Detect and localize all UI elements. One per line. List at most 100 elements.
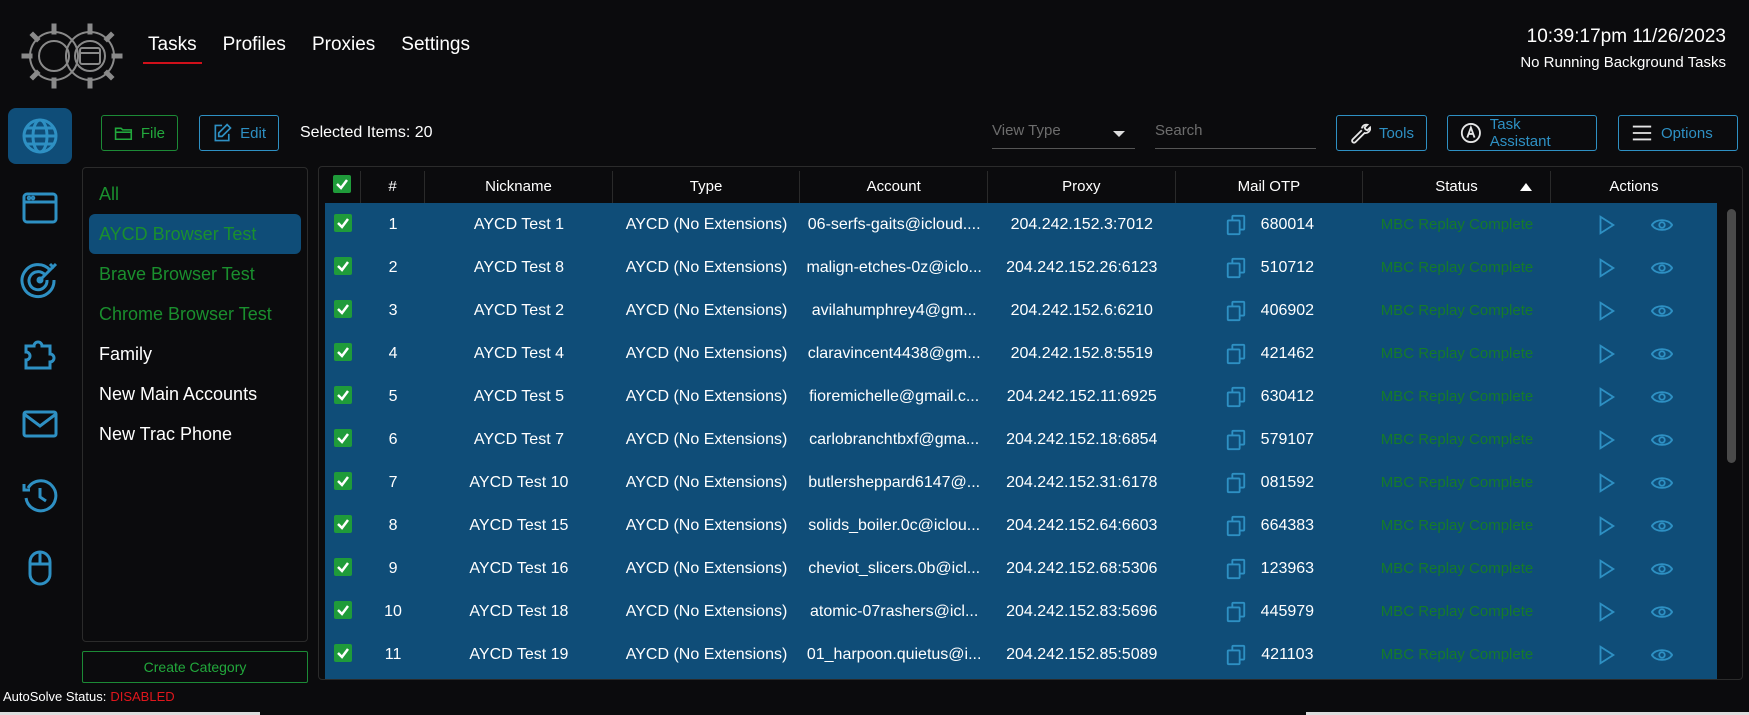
header-account[interactable]: Account — [800, 171, 988, 203]
otp-code: 421103 — [1261, 645, 1314, 663]
play-icon[interactable] — [1595, 644, 1617, 666]
datetime: 10:39:17pm 11/26/2023 — [1526, 26, 1726, 47]
tab-proxies[interactable]: Proxies — [312, 34, 375, 62]
edit-button[interactable]: Edit — [199, 115, 279, 151]
sidebar-item-extensions[interactable] — [8, 324, 72, 380]
eye-icon[interactable] — [1650, 300, 1673, 322]
sidebar-item-mail[interactable] — [8, 396, 72, 452]
header-proxy[interactable]: Proxy — [988, 171, 1176, 203]
sidebar-item-history[interactable] — [8, 468, 72, 524]
copy-icon[interactable] — [1225, 644, 1247, 666]
play-icon[interactable] — [1595, 343, 1617, 365]
sort-ascending-icon[interactable] — [1519, 183, 1532, 191]
row-checkbox[interactable] — [333, 558, 352, 576]
copy-icon[interactable] — [1225, 558, 1247, 580]
sidebar-item-mouse[interactable] — [8, 540, 72, 596]
play-icon[interactable] — [1595, 214, 1617, 236]
options-button[interactable]: Options — [1618, 115, 1738, 151]
row-checkbox[interactable] — [333, 472, 352, 490]
sidebar-item-browser[interactable] — [8, 108, 72, 164]
scrollbar-thumb[interactable] — [1727, 209, 1736, 463]
category-chrome-browser-test[interactable]: Chrome Browser Test — [89, 294, 301, 334]
header-num[interactable]: # — [361, 171, 426, 203]
table-row[interactable]: 9 AYCD Test 16 AYCD (No Extensions) cheviot… — [325, 547, 1717, 590]
category-new-main-accounts[interactable]: New Main Accounts — [89, 374, 301, 414]
eye-icon[interactable] — [1650, 343, 1673, 365]
copy-icon[interactable] — [1225, 300, 1247, 322]
copy-icon[interactable] — [1225, 386, 1247, 408]
play-icon[interactable] — [1595, 300, 1617, 322]
category-all[interactable]: All — [89, 174, 301, 214]
play-icon[interactable] — [1595, 429, 1617, 451]
eye-icon[interactable] — [1650, 429, 1673, 451]
tab-profiles[interactable]: Profiles — [223, 34, 286, 62]
copy-icon[interactable] — [1225, 515, 1247, 537]
cell-account: 01_harpoon.quietus@i... — [806, 645, 982, 663]
header-nickname[interactable]: Nickname — [425, 171, 613, 203]
eye-icon[interactable] — [1650, 558, 1673, 580]
category-family[interactable]: Family — [89, 334, 301, 374]
copy-icon[interactable] — [1225, 214, 1247, 236]
file-button[interactable]: File — [101, 115, 178, 151]
row-checkbox[interactable] — [333, 601, 352, 619]
tab-tasks[interactable]: Tasks — [143, 34, 202, 64]
play-icon[interactable] — [1595, 257, 1617, 279]
eye-icon[interactable] — [1650, 515, 1673, 537]
header-status[interactable]: Status — [1363, 171, 1551, 203]
copy-icon[interactable] — [1225, 343, 1247, 365]
copy-icon[interactable] — [1225, 429, 1247, 451]
play-icon[interactable] — [1595, 558, 1617, 580]
cell-num: 1 — [388, 215, 398, 233]
table-row[interactable]: 4 AYCD Test 4 AYCD (No Extensions) claravin… — [325, 332, 1717, 375]
task-assistant-button[interactable]: Task Assistant — [1447, 115, 1597, 151]
tab-settings[interactable]: Settings — [401, 34, 470, 62]
table-row[interactable]: 11 AYCD Test 19 AYCD (No Extensions) 01_har… — [325, 633, 1717, 676]
row-checkbox[interactable] — [333, 644, 352, 662]
row-checkbox[interactable] — [333, 343, 352, 361]
table-scrollbar[interactable] — [1726, 205, 1736, 675]
sidebar-item-target[interactable] — [8, 252, 72, 308]
eye-icon[interactable] — [1650, 257, 1673, 279]
eye-icon[interactable] — [1650, 214, 1673, 236]
table-row[interactable]: 7 AYCD Test 10 AYCD (No Extensions) butlers… — [325, 461, 1717, 504]
play-icon[interactable] — [1595, 515, 1617, 537]
row-checkbox[interactable] — [333, 300, 352, 318]
play-icon[interactable] — [1595, 386, 1617, 408]
row-checkbox[interactable] — [333, 214, 352, 232]
table-row[interactable]: 3 AYCD Test 2 AYCD (No Extensions) avilahum… — [325, 289, 1717, 332]
eye-icon[interactable] — [1650, 644, 1673, 666]
eye-icon[interactable] — [1650, 386, 1673, 408]
table-row[interactable]: 8 AYCD Test 15 AYCD (No Extensions) solids_… — [325, 504, 1717, 547]
row-checkbox[interactable] — [333, 429, 352, 447]
row-checkbox[interactable] — [333, 257, 352, 275]
table-row[interactable]: 5 AYCD Test 5 AYCD (No Extensions) fioremic… — [325, 375, 1717, 418]
view-type-select[interactable]: View Type — [992, 122, 1135, 149]
table-row[interactable]: 1 AYCD Test 1 AYCD (No Extensions) 06-serfs… — [325, 203, 1717, 246]
row-checkbox[interactable] — [333, 515, 352, 533]
category-aycd-browser-test[interactable]: AYCD Browser Test — [89, 214, 301, 254]
sidebar-item-window[interactable] — [8, 180, 72, 236]
copy-icon[interactable] — [1225, 257, 1247, 279]
row-checkbox[interactable] — [333, 386, 352, 404]
puzzle-icon — [24, 340, 56, 370]
header-type[interactable]: Type — [613, 171, 801, 203]
category-brave-browser-test[interactable]: Brave Browser Test — [89, 254, 301, 294]
check-icon — [337, 347, 349, 358]
table-row[interactable]: 6 AYCD Test 7 AYCD (No Extensions) carlobra… — [325, 418, 1717, 461]
copy-icon[interactable] — [1225, 601, 1247, 623]
play-icon[interactable] — [1595, 601, 1617, 623]
eye-icon[interactable] — [1650, 472, 1673, 494]
eye-icon[interactable] — [1650, 601, 1673, 623]
table-row[interactable]: 2 AYCD Test 8 AYCD (No Extensions) malign-e… — [325, 246, 1717, 289]
play-icon[interactable] — [1595, 472, 1617, 494]
search-input[interactable]: Search — [1155, 122, 1316, 149]
select-all-checkbox[interactable] — [333, 175, 352, 193]
table-row[interactable]: 10 AYCD Test 18 AYCD (No Extensions) atomic… — [325, 590, 1717, 633]
otp-code: 630412 — [1260, 387, 1315, 405]
copy-icon[interactable] — [1225, 472, 1247, 494]
tools-button[interactable]: Tools — [1336, 115, 1427, 151]
category-new-trac-phone[interactable]: New Trac Phone — [89, 414, 301, 454]
create-category-button[interactable]: Create Category — [82, 651, 308, 683]
cell-type: AYCD (No Extensions) — [625, 430, 788, 448]
header-mail-otp[interactable]: Mail OTP — [1176, 171, 1364, 203]
